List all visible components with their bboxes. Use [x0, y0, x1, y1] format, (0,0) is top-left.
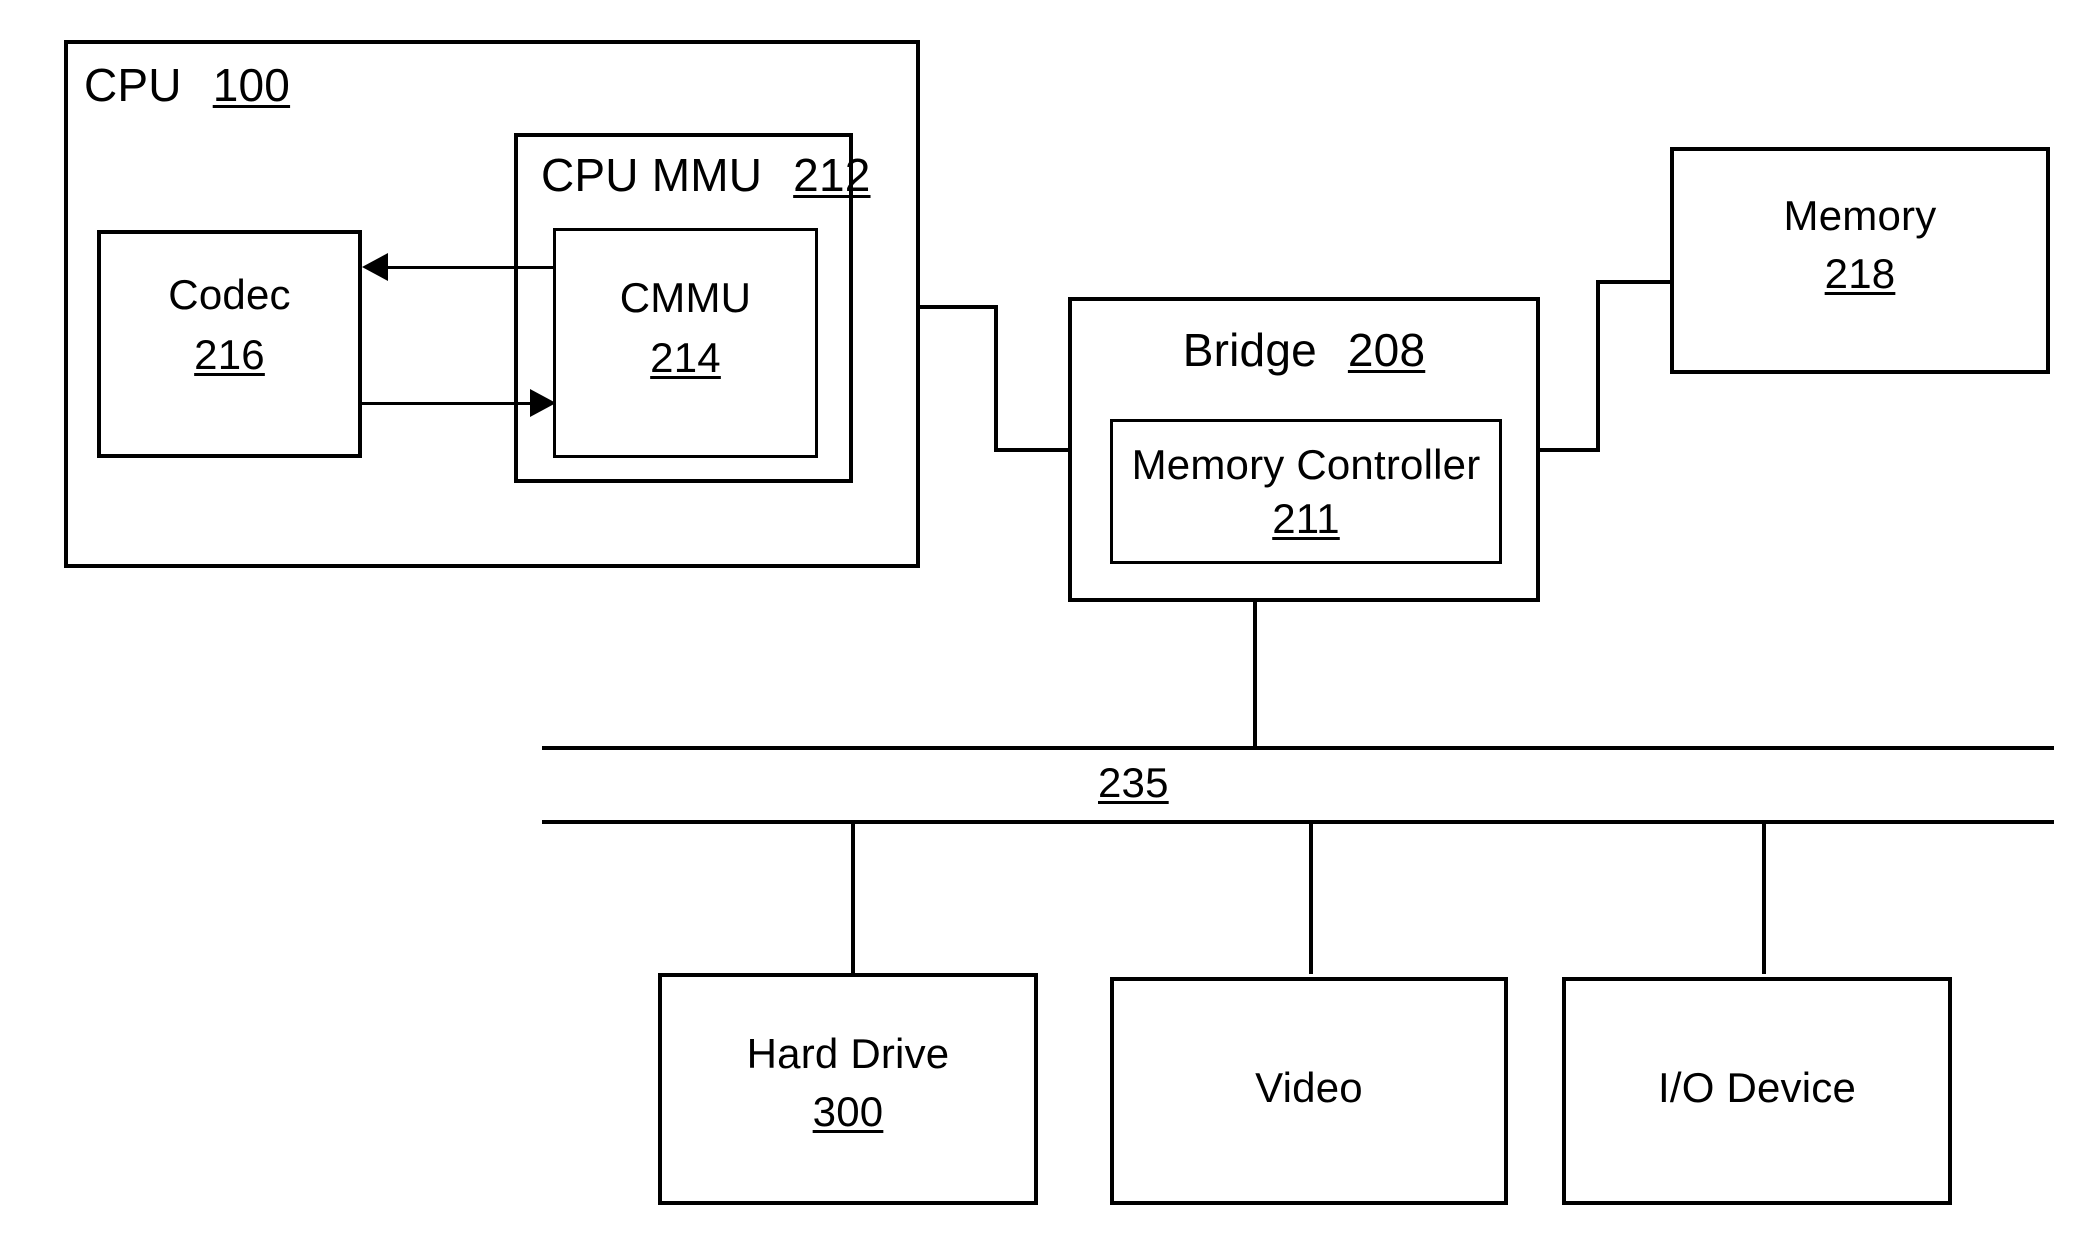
connector-cpu-to-bridge-seg3 — [994, 448, 1072, 452]
block-cmmu-name: CMMU — [619, 274, 752, 321]
connector-codec-to-cmmu — [362, 402, 538, 405]
arrowhead-right-icon — [530, 389, 556, 417]
block-bridge: Bridge 208 Memory Controller 211 — [1068, 297, 1540, 602]
connector-cpu-to-bridge-seg2 — [994, 305, 998, 452]
block-memory-controller-name: Memory Controller — [1131, 441, 1481, 488]
block-codec-name: Codec — [168, 271, 291, 318]
block-bridge-label: Bridge 208 — [1072, 323, 1536, 377]
block-hard-drive: Hard Drive 300 — [658, 973, 1038, 1205]
connector-bridge-to-bus — [1253, 598, 1257, 750]
block-cpu-ref: 100 — [212, 59, 291, 111]
block-memory-ref: 218 — [1824, 250, 1896, 297]
block-cpu-mmu-name: CPU MMU — [541, 149, 763, 201]
block-bridge-name: Bridge — [1182, 324, 1317, 376]
block-bridge-ref: 208 — [1347, 324, 1426, 376]
bus-line-bottom — [542, 820, 2054, 824]
block-io-device: I/O Device — [1562, 977, 1952, 1205]
block-cpu-mmu-ref: 212 — [793, 149, 871, 201]
connector-bus-to-hard-drive — [851, 822, 855, 974]
block-memory-controller-ref: 211 — [1272, 495, 1340, 542]
connector-bus-to-video — [1309, 822, 1313, 974]
connector-bridge-to-memory-seg3 — [1596, 280, 1674, 284]
block-cmmu: CMMU 214 — [553, 228, 818, 458]
block-cpu-name: CPU — [84, 59, 182, 111]
block-codec: Codec 216 — [97, 230, 362, 458]
block-cmmu-ref: 214 — [650, 334, 721, 381]
connector-bridge-to-memory-seg2 — [1596, 280, 1600, 452]
bus-line-top — [542, 746, 2054, 750]
bus-label: 235 — [1098, 759, 1169, 806]
connector-bus-to-io-device — [1762, 822, 1766, 974]
block-hard-drive-name: Hard Drive — [746, 1030, 950, 1077]
arrowhead-left-icon — [362, 253, 388, 281]
diagram-canvas: CPU 100 Codec 216 CPU MMU 212 CMMU 214 B… — [0, 0, 2092, 1235]
block-memory-name: Memory — [1783, 192, 1937, 239]
block-memory-controller: Memory Controller 211 — [1110, 419, 1502, 564]
connector-cpu-to-bridge-seg1 — [918, 305, 998, 309]
block-codec-ref: 216 — [194, 331, 265, 378]
connector-cmmu-to-codec — [380, 266, 556, 269]
block-hard-drive-ref: 300 — [812, 1088, 884, 1135]
block-cpu-mmu-label: CPU MMU 212 — [541, 148, 871, 202]
block-video-name: Video — [1255, 1064, 1363, 1111]
block-video: Video — [1110, 977, 1508, 1205]
block-io-device-name: I/O Device — [1657, 1064, 1857, 1111]
block-cpu-label: CPU 100 — [84, 58, 290, 112]
block-memory: Memory 218 — [1670, 147, 2050, 374]
connector-bridge-to-memory-seg1 — [1536, 448, 1600, 452]
